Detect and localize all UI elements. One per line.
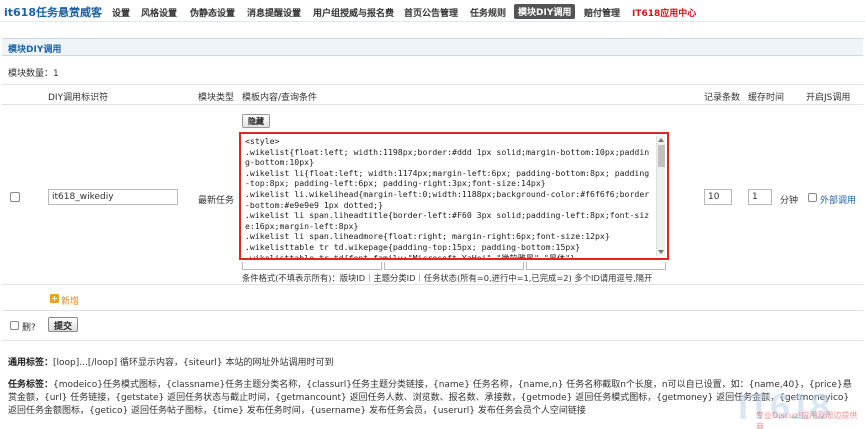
general-tags: 通用标签：[loop]...[/loop] 循环显示内容，{siteurl} 本… [8,355,333,368]
divider [2,310,863,311]
condition-hint: 条件格式(不填表示所有)：版块ID｜主题分类ID｜任务状态(所有=0,进行中=1… [242,273,653,283]
nav-rewrite-settings[interactable]: 伪静态设置 [190,6,235,19]
state-input[interactable] [526,262,666,270]
divider [2,84,863,85]
scrollbar[interactable] [656,136,665,256]
identifier-input[interactable]: it618_wikediy [48,189,178,205]
external-call-label: 外部调用 [820,196,857,206]
brand-title: it618任务悬赏威客 [4,6,102,19]
scroll-up-icon[interactable] [658,138,664,142]
scroll-down-icon[interactable] [658,250,664,254]
watermark-text: 专业Discuz!应用及周边提供商 [756,411,858,429]
forum-id-input[interactable] [242,262,382,270]
header-record-count: 记录条数 [704,93,741,103]
section-header: 模块DIY调用 [2,38,863,56]
general-tags-text: [loop]...[/loop] 循环显示内容，{siteurl} 本站的网址外… [53,358,334,368]
general-tags-label: 通用标签： [8,358,54,368]
cache-time-input[interactable]: 1 [748,189,772,205]
nav-app-center[interactable]: IT618应用中心 [632,6,696,19]
nav-diy-module[interactable]: 模块DIY调用 [514,4,576,19]
external-call-checkbox[interactable] [808,193,817,202]
submit-button[interactable]: 提交 [48,317,79,332]
hide-button[interactable]: 隐藏 [242,114,270,128]
top-nav: it618任务悬赏威客 设置 风格设置 伪静态设置 消息提醒设置 用户组授威与报… [0,0,865,22]
row-checkbox[interactable] [10,192,20,202]
header-template: 模板内容/查询条件 [242,93,318,103]
module-count: 模块数量：1 [8,69,59,79]
divider [2,284,863,285]
delete-checkbox[interactable] [10,321,19,330]
divider [2,104,863,105]
record-count-input[interactable]: 10 [704,189,732,205]
task-tags-text: {modeico}任务模式图标，{classname}任务主题分类名称，{cla… [8,380,852,416]
task-tags: 任务标签：{modeico}任务模式图标，{classname}任务主题分类名称… [8,379,858,418]
add-icon[interactable]: + [50,294,59,303]
template-textarea[interactable]: <style> .wikelist{float:left; width:1198… [239,132,669,260]
section-title: 模块DIY调用 [8,45,62,55]
header-cache-time: 缓存时间 [748,93,785,103]
divider [2,340,863,341]
header-js-call: 开启JS调用 [806,93,851,103]
nav-rules[interactable]: 任务规则 [470,6,506,19]
template-code[interactable]: <style> .wikelist{float:left; width:1198… [245,136,653,258]
task-tags-label: 任务标签： [8,380,54,390]
nav-notice[interactable]: 首页公告管理 [404,6,458,19]
nav-settings[interactable]: 设置 [112,6,130,19]
delete-label: 删? [22,323,36,333]
nav-style-settings[interactable]: 风格设置 [141,6,177,19]
category-id-input[interactable] [384,262,524,270]
header-type: 模块类型 [198,93,235,103]
module-type: 最新任务 [198,196,235,206]
nav-compensation[interactable]: 赔付管理 [584,6,620,19]
nav-message-settings[interactable]: 消息提醒设置 [247,6,301,19]
nav-usergroup[interactable]: 用户组授威与报名费 [313,6,394,19]
header-identifier: DIY调用标识符 [48,93,109,103]
scroll-thumb[interactable] [658,145,665,167]
cache-unit: 分钟 [780,196,799,206]
add-link[interactable]: 新增 [61,294,79,307]
